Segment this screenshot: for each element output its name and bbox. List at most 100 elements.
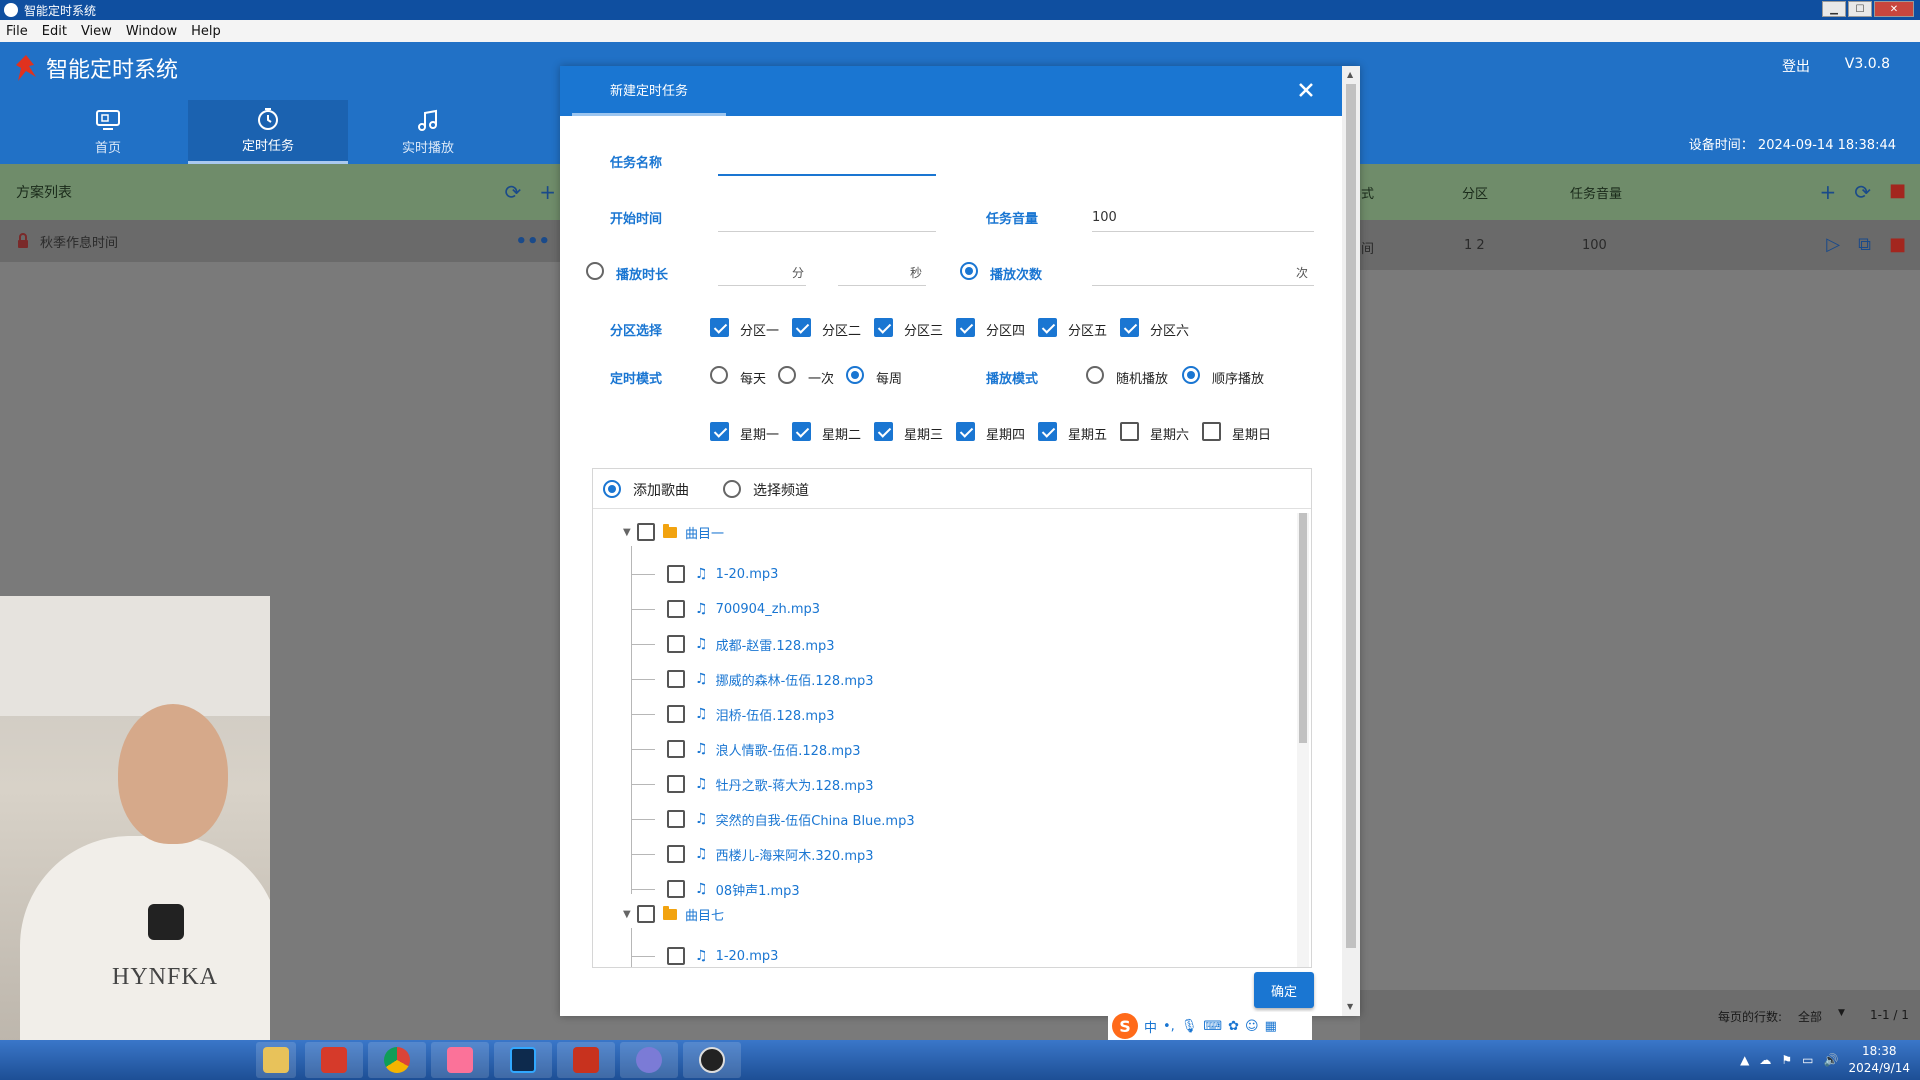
delete-all-icon[interactable]: ■ bbox=[1889, 180, 1906, 204]
close-icon[interactable] bbox=[1294, 78, 1318, 102]
add-icon[interactable]: + bbox=[539, 180, 556, 204]
volume-icon[interactable]: 🔊 bbox=[1824, 1053, 1839, 1067]
add-songs-radio[interactable] bbox=[603, 480, 621, 498]
song-checkbox[interactable] bbox=[667, 947, 685, 965]
refresh-tasks-icon[interactable]: ⟳ bbox=[1854, 180, 1871, 204]
weekday-checkbox-fri[interactable] bbox=[1038, 422, 1057, 441]
keyboard-icon[interactable]: ⌨ bbox=[1203, 1019, 1222, 1034]
app-logo-icon[interactable] bbox=[557, 1042, 615, 1078]
ime-mode[interactable]: 中 bbox=[1144, 1017, 1157, 1036]
weekday-checkbox-thu[interactable] bbox=[956, 422, 975, 441]
clock[interactable]: 18:38 2024/9/14 bbox=[1848, 1043, 1910, 1077]
count-radio[interactable] bbox=[960, 262, 978, 280]
bilibili-icon[interactable] bbox=[431, 1042, 489, 1078]
toolbox-icon[interactable]: ▦ bbox=[1265, 1019, 1277, 1034]
plan-list-item[interactable]: 秋季作息时间 ••• bbox=[0, 220, 570, 262]
start-time-input[interactable] bbox=[718, 204, 936, 232]
delete-icon[interactable]: ■ bbox=[1889, 234, 1906, 255]
rows-per-page-select[interactable]: 全部 bbox=[1798, 1008, 1822, 1025]
tab-realtime-play[interactable]: 实时播放 bbox=[348, 100, 508, 164]
weekday-checkbox-mon[interactable] bbox=[710, 422, 729, 441]
play-sequential-radio[interactable] bbox=[1182, 366, 1200, 384]
play-random-radio[interactable] bbox=[1086, 366, 1104, 384]
song-node[interactable]: ♫ 突然的自我-伍佰China Blue.mp3 bbox=[667, 807, 915, 831]
logout-link[interactable]: 登出 bbox=[1782, 56, 1810, 76]
select-channel-radio[interactable] bbox=[723, 480, 741, 498]
zone-checkbox-1[interactable] bbox=[710, 318, 729, 337]
count-input[interactable] bbox=[1092, 258, 1314, 286]
dialog-scrollbar[interactable]: ▲ ▼ bbox=[1342, 66, 1360, 1016]
zone-checkbox-6[interactable] bbox=[1120, 318, 1139, 337]
network-icon[interactable]: ▭ bbox=[1802, 1053, 1813, 1067]
minimize-button[interactable]: ▁ bbox=[1822, 1, 1846, 17]
song-checkbox[interactable] bbox=[667, 670, 685, 688]
capture-icon[interactable] bbox=[683, 1042, 741, 1078]
song-node[interactable]: ♫ 1-20.mp3 bbox=[667, 562, 778, 586]
game-icon[interactable]: ☺ bbox=[1245, 1019, 1259, 1034]
song-node[interactable]: ♫ 08钟声1.mp3 bbox=[667, 877, 800, 901]
tab-timed-tasks[interactable]: 定时任务 bbox=[188, 100, 348, 164]
folder-checkbox[interactable] bbox=[637, 905, 655, 923]
table-row[interactable]: 间 1 2 100 ▷ ⧉ ■ bbox=[1360, 220, 1920, 270]
zone-checkbox-2[interactable] bbox=[792, 318, 811, 337]
song-node[interactable]: ♫ 700904_zh.mp3 bbox=[667, 597, 820, 621]
weekday-checkbox-tue[interactable] bbox=[792, 422, 811, 441]
ime-punctuation[interactable]: •, bbox=[1163, 1019, 1175, 1034]
chevron-down-icon[interactable]: ▼ bbox=[1838, 1008, 1845, 1018]
song-checkbox[interactable] bbox=[667, 740, 685, 758]
song-checkbox[interactable] bbox=[667, 705, 685, 723]
song-node[interactable]: ♫ 浪人情歌-伍佰.128.mp3 bbox=[667, 737, 861, 761]
play-icon[interactable]: ▷ bbox=[1826, 234, 1840, 255]
song-node[interactable]: ♫ 西楼儿-海来阿木.320.mp3 bbox=[667, 842, 874, 866]
tray-expand-icon[interactable]: ▲ bbox=[1740, 1053, 1749, 1067]
folder-node[interactable]: ▼ 曲目一 bbox=[623, 520, 724, 544]
song-checkbox[interactable] bbox=[667, 565, 685, 583]
tree-scrollbar[interactable] bbox=[1297, 513, 1309, 967]
confirm-button[interactable]: 确定 bbox=[1254, 972, 1314, 1008]
maximize-button[interactable]: ☐ bbox=[1848, 1, 1872, 17]
timing-weekly-radio[interactable] bbox=[846, 366, 864, 384]
menu-file[interactable]: File bbox=[6, 24, 28, 39]
song-node[interactable]: ♫ 1-20.mp3 bbox=[667, 944, 778, 967]
more-options-icon[interactable]: ••• bbox=[515, 231, 550, 252]
song-node[interactable]: ♫ 泪桥-伍佰.128.mp3 bbox=[667, 702, 835, 726]
song-checkbox[interactable] bbox=[667, 600, 685, 618]
menu-help[interactable]: Help bbox=[191, 24, 221, 39]
timing-once-radio[interactable] bbox=[778, 366, 796, 384]
song-checkbox[interactable] bbox=[667, 775, 685, 793]
skin-icon[interactable]: ✿ bbox=[1228, 1019, 1239, 1034]
edit-icon[interactable]: ⧉ bbox=[1858, 234, 1871, 255]
flag-icon[interactable]: ⚑ bbox=[1781, 1053, 1792, 1067]
sogou-logo-icon[interactable]: S bbox=[1112, 1013, 1138, 1039]
obs-icon[interactable] bbox=[620, 1042, 678, 1078]
menu-view[interactable]: View bbox=[81, 24, 112, 39]
song-checkbox[interactable] bbox=[667, 635, 685, 653]
zone-checkbox-5[interactable] bbox=[1038, 318, 1057, 337]
wps-icon[interactable] bbox=[305, 1042, 363, 1078]
chrome-icon[interactable] bbox=[368, 1042, 426, 1078]
song-checkbox[interactable] bbox=[667, 845, 685, 863]
song-node[interactable]: ♫ 成都-赵雷.128.mp3 bbox=[667, 632, 835, 656]
file-explorer-icon[interactable] bbox=[256, 1042, 296, 1078]
song-node[interactable]: ♫ 挪威的森林-伍佰.128.mp3 bbox=[667, 667, 874, 691]
song-checkbox[interactable] bbox=[667, 810, 685, 828]
tab-home[interactable]: 首页 bbox=[28, 100, 188, 164]
refresh-icon[interactable]: ⟳ bbox=[504, 180, 521, 204]
zone-checkbox-3[interactable] bbox=[874, 318, 893, 337]
microphone-icon[interactable]: 🎙 bbox=[1181, 1019, 1198, 1034]
timing-daily-radio[interactable] bbox=[710, 366, 728, 384]
folder-node[interactable]: ▼ 曲目七 bbox=[623, 902, 724, 926]
weekday-checkbox-sat[interactable] bbox=[1120, 422, 1139, 441]
song-checkbox[interactable] bbox=[667, 880, 685, 898]
window-close-button[interactable]: ✕ bbox=[1874, 1, 1914, 17]
volume-input[interactable] bbox=[1092, 204, 1314, 232]
menu-edit[interactable]: Edit bbox=[42, 24, 67, 39]
weekday-checkbox-sun[interactable] bbox=[1202, 422, 1221, 441]
duration-radio[interactable] bbox=[586, 262, 604, 280]
menu-window[interactable]: Window bbox=[126, 24, 177, 39]
weekday-checkbox-wed[interactable] bbox=[874, 422, 893, 441]
song-node[interactable]: ♫ 牡丹之歌-蒋大为.128.mp3 bbox=[667, 772, 874, 796]
photoshop-icon[interactable] bbox=[494, 1042, 552, 1078]
cloud-icon[interactable]: ☁ bbox=[1759, 1053, 1771, 1067]
add-task-icon[interactable]: + bbox=[1819, 180, 1836, 204]
